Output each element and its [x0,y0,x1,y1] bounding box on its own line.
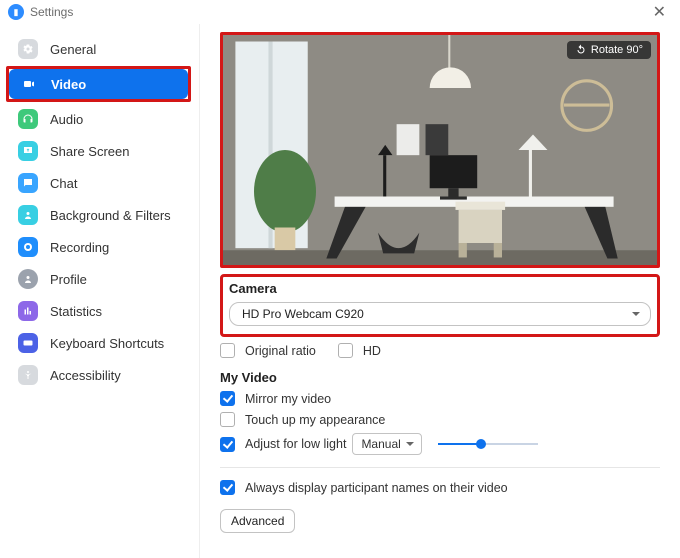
sidebar-item-label: Chat [50,176,77,191]
recording-icon [18,237,38,257]
rotate-90-button[interactable]: Rotate 90° [567,41,651,59]
rotate-icon [575,44,587,56]
always-display-names-checkbox[interactable] [220,480,235,495]
keyboard-icon [18,333,38,353]
profile-icon [18,269,38,289]
sidebar-item-recording[interactable]: Recording [8,232,189,262]
mirror-video-label: Mirror my video [245,392,331,406]
sidebar-item-label: Accessibility [50,368,121,383]
hd-checkbox[interactable] [338,343,353,358]
always-display-names-label: Always display participant names on thei… [245,481,508,495]
background-icon [18,205,38,225]
original-ratio-label: Original ratio [245,344,316,358]
low-light-checkbox[interactable] [220,437,235,452]
sidebar-item-statistics[interactable]: Statistics [8,296,189,326]
slider-thumb[interactable] [476,439,486,449]
sidebar-item-label: Video [51,77,86,92]
sidebar-item-label: Profile [50,272,87,287]
sidebar-item-share-screen[interactable]: Share Screen [8,136,189,166]
separator [220,467,660,468]
gear-icon [18,39,38,59]
content-pane: Rotate 90° Camera HD Pro Webcam C920 Ori… [200,24,680,558]
sidebar-item-label: Recording [50,240,109,255]
original-ratio-checkbox[interactable] [220,343,235,358]
mirror-video-checkbox[interactable] [220,391,235,406]
my-video-section-title: My Video [220,370,660,385]
sidebar-item-chat[interactable]: Chat [8,168,189,198]
app-icon: ▮ [8,4,24,20]
sidebar-item-label: Background & Filters [50,208,171,223]
sidebar-item-audio[interactable]: Audio [8,104,189,134]
low-light-label: Adjust for low light [245,437,346,451]
low-light-slider[interactable] [438,437,538,451]
window-title: Settings [30,5,73,19]
share-screen-icon [18,141,38,161]
touch-up-checkbox[interactable] [220,412,235,427]
statistics-icon [18,301,38,321]
sidebar-item-profile[interactable]: Profile [8,264,189,294]
video-preview-highlight: Rotate 90° [220,32,660,268]
camera-section-highlight: Camera HD Pro Webcam C920 [220,274,660,337]
sidebar-item-video[interactable]: Video [9,69,188,99]
headphones-icon [18,109,38,129]
camera-select[interactable]: HD Pro Webcam C920 [229,302,651,326]
sidebar-item-general[interactable]: General [8,34,189,64]
advanced-label: Advanced [231,514,284,528]
sidebar-item-label: General [50,42,96,57]
low-light-mode-select[interactable]: Manual [352,433,421,455]
camera-selected-value: HD Pro Webcam C920 [242,307,364,321]
sidebar-video-highlight: Video [6,66,191,102]
close-icon[interactable]: ✕ [647,2,672,22]
sidebar: General Video Audio Share Screen [0,24,200,558]
hd-label: HD [363,344,381,358]
sidebar-item-background-filters[interactable]: Background & Filters [8,200,189,230]
camera-section-title: Camera [229,281,651,296]
sidebar-item-label: Audio [50,112,83,127]
rotate-label: Rotate 90° [591,44,643,56]
accessibility-icon [18,365,38,385]
advanced-button[interactable]: Advanced [220,509,295,533]
titlebar: ▮ Settings ✕ [0,0,680,24]
low-light-mode-value: Manual [361,437,400,451]
sidebar-item-accessibility[interactable]: Accessibility [8,360,189,390]
sidebar-item-label: Statistics [50,304,102,319]
touch-up-label: Touch up my appearance [245,413,385,427]
sidebar-item-label: Share Screen [50,144,130,159]
sidebar-item-keyboard-shortcuts[interactable]: Keyboard Shortcuts [8,328,189,358]
sidebar-item-label: Keyboard Shortcuts [50,336,164,351]
video-icon [19,74,39,94]
video-preview: Rotate 90° [223,35,657,265]
chat-icon [18,173,38,193]
